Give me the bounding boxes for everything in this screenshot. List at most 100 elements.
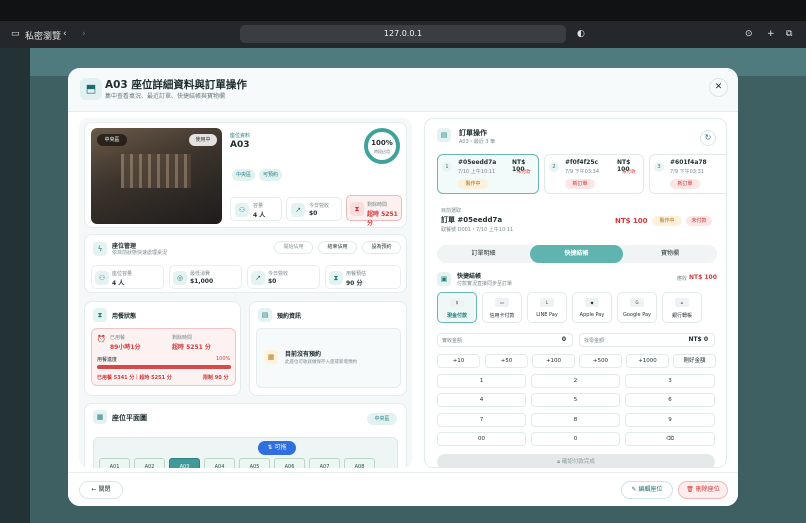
pay-line[interactable]: L LINE Pay xyxy=(527,292,567,323)
tab-quick-checkout[interactable]: 快捷結帳 xyxy=(530,245,623,263)
progress-fill xyxy=(97,365,231,369)
browser-toolbar: ▭ 私密瀏覽 ‹ › 127.0.0.1 ◐ ⊙ + ⧉ xyxy=(0,21,806,48)
line-icon: L xyxy=(540,298,554,307)
edit-seat-button[interactable]: ✎ 編輯座位 xyxy=(621,481,673,499)
order-item-1[interactable]: 1 #05eedd7a 7/10 上午10:11 NT$ 100 未付款 製作中 xyxy=(437,154,539,194)
change-field: 找零金額 NT$ 0 xyxy=(579,333,715,347)
sidebar-icon[interactable]: ▭ xyxy=(11,29,20,39)
modal-footer: ← 關閉 ✎ 編輯座位 🗑︎ 刪除座位 xyxy=(68,472,738,506)
orders-sub: A03・最近 3 筆 xyxy=(459,139,496,145)
seat-A04[interactable]: A04 xyxy=(204,458,235,468)
tabs-icon[interactable]: ⧉ xyxy=(786,29,792,39)
order-list: 1 #05eedd7a 7/10 上午10:11 NT$ 100 未付款 製作中… xyxy=(437,154,726,194)
stat-remaining: ⧗ 剩餘時間 超時 5251 分 xyxy=(346,195,402,227)
order-item-3[interactable]: 3 #601f4a78 7/9 下午03:31 新訂單 xyxy=(649,154,726,194)
management-sub: 依目前狀態快速處理桌況 xyxy=(112,250,168,256)
seat-management-card: ϟ 座位管理 依目前狀態快速處理桌況 開始佔用 結束佔用 設為預約 ⚇ 座位容量… xyxy=(84,234,407,293)
current-status: 製作中 xyxy=(652,216,682,226)
forward-icon[interactable]: › xyxy=(82,29,86,39)
calendar-icon: ▦ xyxy=(264,350,278,364)
checkout-sub: 付款實況直接同步至訂單 xyxy=(457,281,513,287)
seat-photo: 中央區 使用中 xyxy=(91,128,222,224)
key-4[interactable]: 4 xyxy=(437,393,526,407)
key-00[interactable]: 00 xyxy=(437,432,526,446)
seat-A05[interactable]: A05 xyxy=(239,458,270,468)
pay-google[interactable]: G Google Pay xyxy=(617,292,657,323)
private-label: 私密瀏覽 xyxy=(25,32,62,42)
pay-cash[interactable]: $ 現金付款 xyxy=(437,292,477,323)
key-6[interactable]: 6 xyxy=(625,393,715,407)
photo-status-chip: 使用中 xyxy=(189,134,217,146)
confirm-payment-button[interactable]: 🔒︎ 確認付款完成 xyxy=(437,454,715,467)
seat-A07[interactable]: A07 xyxy=(309,458,340,468)
floor-zone-chip[interactable]: 中央區 xyxy=(367,413,397,425)
quick-add-100[interactable]: +100 xyxy=(532,354,575,368)
mgmt-stat-revenue: ↗ 今日營收 $0 xyxy=(247,265,320,289)
stat-capacity: ⚇ 容量 4 人 xyxy=(230,197,282,221)
seat-A08[interactable]: A08 xyxy=(344,458,375,468)
pay-bank[interactable]: ⌂ 銀行轉帳 xyxy=(662,292,702,323)
drag-pill[interactable]: ⇅ 可拖 xyxy=(258,441,296,455)
key-3[interactable]: 3 xyxy=(625,374,715,388)
ring-label: 時段佔用 xyxy=(374,149,390,154)
google-icon: G xyxy=(630,298,644,307)
key-9[interactable]: 9 xyxy=(625,413,715,427)
seat-A03[interactable]: A03 xyxy=(169,458,200,468)
stat-revenue: ↗ 今日營收 $0 xyxy=(286,197,342,221)
app-sidebar xyxy=(0,48,30,523)
order-item-2[interactable]: 2 #f0f4f25c 7/9 下午03:34 NT$ 100 未付款 新訂單 xyxy=(544,154,644,194)
seat-A06[interactable]: A06 xyxy=(274,458,305,468)
calendar-icon: ▤ xyxy=(258,308,272,322)
end-occupy-button[interactable]: 結束佔用 xyxy=(318,241,357,254)
tab-treasure[interactable]: 寶物欄 xyxy=(623,245,717,263)
card-icon: ▭ xyxy=(495,298,509,307)
hourglass-icon: ⧗ xyxy=(350,202,364,216)
ring-percent: 100% xyxy=(371,139,393,147)
seat-A01[interactable]: A01 xyxy=(99,458,130,468)
seat-icon: ⬒ xyxy=(80,78,102,100)
reservation-empty: ▦ 目前沒有預約 此座位可收就做保存入座或新增預約 xyxy=(256,328,401,388)
key-0[interactable]: 0 xyxy=(531,432,620,446)
used-value: 89小時1分 xyxy=(110,344,141,351)
key-5[interactable]: 5 xyxy=(531,393,620,407)
quick-add-10[interactable]: +10 xyxy=(437,354,480,368)
seat-A02[interactable]: A02 xyxy=(134,458,165,468)
checkout-title: 快捷結帳 xyxy=(457,273,482,280)
delete-seat-button[interactable]: 🗑︎ 刪除座位 xyxy=(678,481,728,499)
close-icon[interactable]: ✕ xyxy=(709,78,728,97)
download-icon[interactable]: ⊙ xyxy=(745,29,753,39)
receipt-icon: ▤ xyxy=(437,128,451,142)
url-text: 127.0.0.1 xyxy=(383,29,423,38)
refresh-icon[interactable]: ↻ xyxy=(700,130,716,146)
new-tab-icon[interactable]: + xyxy=(767,29,775,39)
modal-subtitle: 集中查看桌況、最近訂單、快捷結帳與寶物欄 xyxy=(105,93,226,100)
mgmt-stat-min-spend: ◎ 最低消費 $1,000 xyxy=(169,265,242,289)
key-8[interactable]: 8 xyxy=(531,413,620,427)
shield-icon[interactable]: ◐ xyxy=(577,29,585,39)
tab-order-detail[interactable]: 訂單明細 xyxy=(437,245,530,263)
usage-box: ⏰ 已用餐 89小時1分 剩餘時間 超時 5251 分 用餐進度 100% 已用… xyxy=(91,328,236,386)
due-label: 應收 xyxy=(677,276,688,282)
due-amount: NT$ 100 xyxy=(689,274,717,281)
quick-add-50[interactable]: +50 xyxy=(485,354,528,368)
close-button[interactable]: ← 關閉 xyxy=(79,481,123,499)
back-icon[interactable]: ‹ xyxy=(63,29,67,39)
tag-reservable: 可預約 xyxy=(259,169,282,181)
quick-add-500[interactable]: +500 xyxy=(579,354,622,368)
key-7[interactable]: 7 xyxy=(437,413,526,427)
coins-icon: ◎ xyxy=(173,271,187,285)
pay-apple[interactable]: ◆ Apple Pay xyxy=(572,292,612,323)
key-2[interactable]: 2 xyxy=(531,374,620,388)
quick-exact[interactable]: 剛好金額 xyxy=(673,354,716,368)
apple-icon: ◆ xyxy=(585,298,599,307)
url-bar[interactable]: 127.0.0.1 xyxy=(240,25,566,43)
key-1[interactable]: 1 xyxy=(437,374,526,388)
start-occupy-button[interactable]: 開始佔用 xyxy=(274,241,313,254)
received-field[interactable]: 實收金額 0 xyxy=(437,333,573,347)
set-reserved-button[interactable]: 設為預約 xyxy=(362,241,401,254)
trend-icon: ↗ xyxy=(291,203,305,217)
modal-header: ⬒ A03 座位詳細資料與訂單操作 集中查看桌況、最近訂單、快捷結帳與寶物欄 ✕ xyxy=(68,68,738,112)
quick-add-1000[interactable]: +1000 xyxy=(626,354,669,368)
backspace-icon[interactable]: ⌫ xyxy=(625,432,715,446)
pay-credit[interactable]: ▭ 信用卡付款 xyxy=(482,292,522,323)
